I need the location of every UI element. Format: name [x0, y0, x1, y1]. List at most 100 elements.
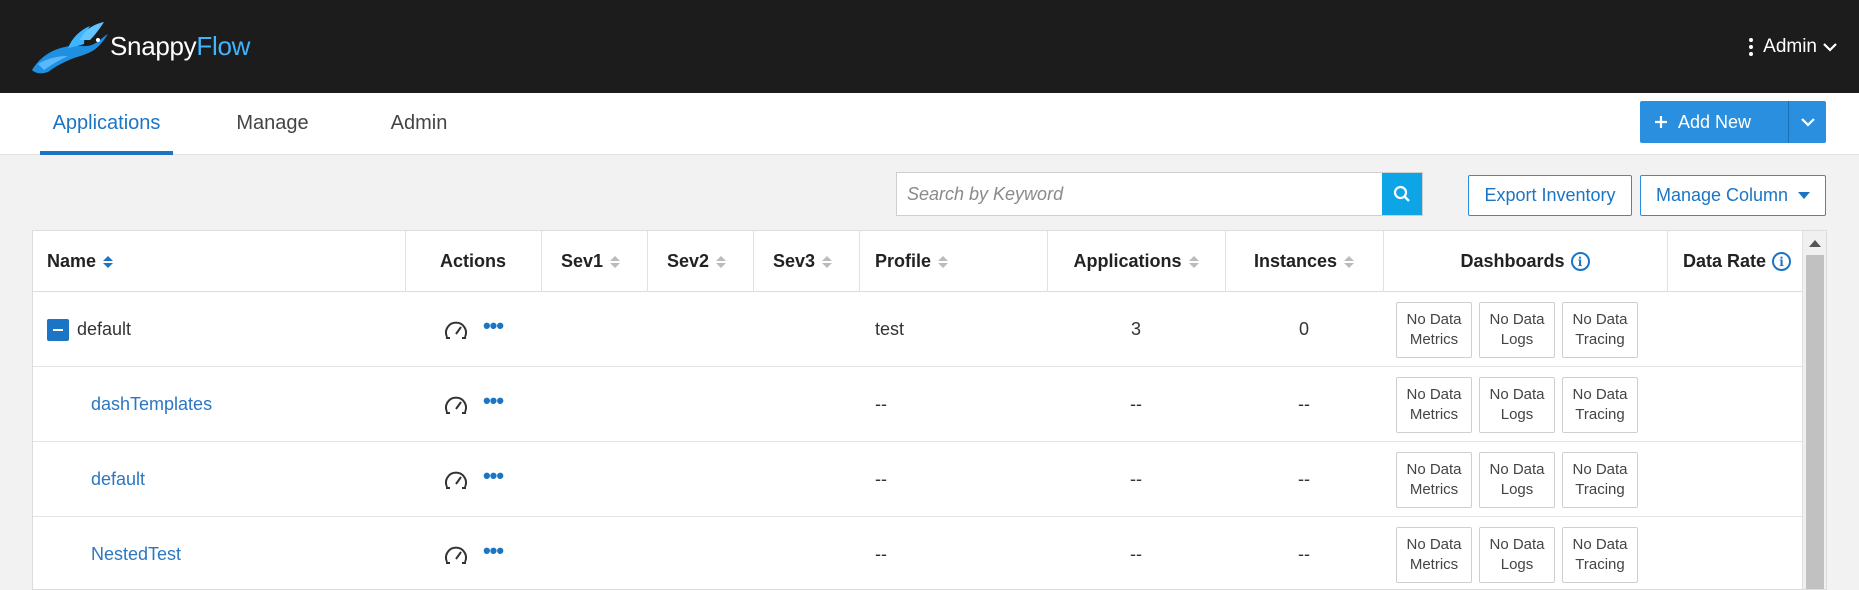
dbtn-line: Logs — [1500, 480, 1534, 498]
dbtn-line: Tracing — [1575, 555, 1625, 573]
column-header-sev2[interactable]: Sev2 — [667, 231, 727, 292]
applications-cell: 3 — [1130, 319, 1141, 339]
column-header-instances[interactable]: Instances — [1225, 231, 1383, 292]
snappyflow-logo[interactable]: SnappyFlow — [28, 20, 250, 76]
tracing-dashboard-button[interactable]: No Data Tracing — [1562, 301, 1638, 358]
scroll-up-arrow-icon[interactable] — [1809, 240, 1821, 247]
search-icon — [1393, 185, 1410, 202]
manage-column-button[interactable]: Manage Column — [1640, 175, 1826, 216]
dbtn-line: Metrics — [1409, 480, 1459, 498]
logo-text-snappy: Snappy — [110, 30, 197, 61]
name-cell: default — [47, 292, 131, 367]
export-inventory-button[interactable]: Export Inventory — [1468, 175, 1632, 216]
dbtn-line: No Data — [1489, 535, 1545, 553]
sort-icon — [938, 255, 949, 268]
column-header-sev3[interactable]: Sev3 — [773, 231, 833, 292]
info-icon[interactable]: i — [1570, 252, 1590, 271]
metrics-dashboard-button[interactable]: No Data Metrics — [1396, 451, 1472, 508]
profile-cell: test — [875, 319, 905, 339]
column-header-sev1[interactable]: Sev1 — [561, 231, 621, 292]
applications-cell: -- — [1130, 469, 1142, 489]
vertical-scrollbar[interactable] — [1802, 231, 1826, 589]
search-box — [896, 172, 1423, 216]
dbtn-line: Logs — [1500, 330, 1534, 348]
table-row: default ••• test 3 0 No Data Metrics No D… — [33, 292, 1803, 367]
add-new-label: Add New — [1678, 111, 1752, 132]
plus-icon — [1655, 116, 1667, 128]
column-header-profile[interactable]: Profile — [875, 231, 949, 292]
profile-cell: -- — [875, 394, 887, 414]
column-label: Profile — [875, 251, 932, 271]
tab-admin[interactable]: Admin — [388, 93, 450, 155]
column-label: Dashboards — [1460, 251, 1565, 271]
chevron-down-icon — [1800, 118, 1815, 127]
search-input[interactable] — [897, 174, 1382, 214]
column-header-applications[interactable]: Applications — [1047, 231, 1225, 292]
instances-cell: -- — [1298, 469, 1310, 489]
kebab-icon — [1749, 38, 1754, 56]
search-button[interactable] — [1382, 173, 1422, 215]
sort-icon — [103, 255, 114, 268]
more-options-icon[interactable]: ••• — [483, 314, 504, 336]
row-name-link[interactable]: dashTemplates — [91, 394, 212, 415]
actions-cell: ••• — [405, 292, 541, 367]
row-name: default — [77, 319, 132, 339]
more-options-icon[interactable]: ••• — [483, 389, 504, 411]
logs-dashboard-button[interactable]: No Data Logs — [1479, 451, 1555, 508]
caret-down-icon — [1798, 191, 1811, 199]
tracing-dashboard-button[interactable]: No Data Tracing — [1562, 376, 1638, 433]
rabbit-logo-icon — [32, 22, 108, 74]
row-name-link[interactable]: NestedTest — [91, 544, 181, 565]
more-options-icon[interactable]: ••• — [483, 464, 504, 486]
gauge-icon[interactable] — [443, 319, 469, 341]
column-header-name[interactable]: Name — [47, 231, 114, 292]
name-cell: dashTemplates — [91, 367, 212, 442]
name-cell: default — [91, 442, 145, 517]
nav-bar: Applications Manage Admin Add New — [0, 93, 1859, 155]
metrics-dashboard-button[interactable]: No Data Metrics — [1396, 301, 1472, 358]
dbtn-line: No Data — [1489, 385, 1545, 403]
actions-cell: ••• — [405, 517, 541, 589]
sort-icon — [716, 255, 727, 268]
column-label: Instances — [1253, 251, 1338, 271]
profile-cell: -- — [875, 469, 887, 489]
instances-cell: 0 — [1298, 319, 1309, 339]
tab-manage[interactable]: Manage — [234, 93, 311, 155]
gauge-icon[interactable] — [443, 544, 469, 566]
manage-column-label: Manage Column — [1655, 185, 1789, 205]
table-row: NestedTest ••• -- -- -- No Data Metrics N… — [33, 517, 1803, 589]
column-label: Name — [47, 251, 97, 271]
dashboards-cell: No Data Metrics No Data Logs No Data Tracin… — [1396, 292, 1638, 367]
gauge-icon[interactable] — [443, 469, 469, 491]
table-header: Name Actions Sev1 Sev2 Sev3 Profile Appl… — [33, 231, 1803, 292]
metrics-dashboard-button[interactable]: No Data Metrics — [1396, 526, 1472, 583]
dbtn-line: No Data — [1572, 460, 1628, 478]
add-new-button[interactable]: Add New — [1640, 101, 1788, 143]
info-icon[interactable]: i — [1772, 252, 1792, 271]
metrics-dashboard-button[interactable]: No Data Metrics — [1396, 376, 1472, 433]
dbtn-line: No Data — [1572, 310, 1628, 328]
dbtn-line: Logs — [1500, 405, 1534, 423]
logs-dashboard-button[interactable]: No Data Logs — [1479, 376, 1555, 433]
more-options-icon[interactable]: ••• — [483, 539, 504, 561]
add-new-dropdown-button[interactable] — [1788, 101, 1826, 143]
scrollbar-thumb[interactable] — [1806, 255, 1824, 589]
logs-dashboard-button[interactable]: No Data Logs — [1479, 301, 1555, 358]
tracing-dashboard-button[interactable]: No Data Tracing — [1562, 451, 1638, 508]
row-name-link[interactable]: default — [91, 469, 145, 490]
column-header-data-rate: Data Rate i — [1683, 231, 1792, 292]
dbtn-line: No Data — [1406, 535, 1462, 553]
tab-applications[interactable]: Applications — [40, 93, 173, 155]
tracing-dashboard-button[interactable]: No Data Tracing — [1562, 526, 1638, 583]
logs-dashboard-button[interactable]: No Data Logs — [1479, 526, 1555, 583]
collapse-toggle[interactable] — [47, 318, 69, 341]
user-menu[interactable]: Admin — [1749, 36, 1837, 58]
gauge-icon[interactable] — [443, 394, 469, 416]
logo-text-flow: Flow — [196, 30, 251, 61]
column-label: Sev1 — [561, 251, 604, 271]
column-header-dashboards: Dashboards i — [1383, 231, 1667, 292]
dbtn-line: No Data — [1406, 310, 1462, 328]
export-inventory-label: Export Inventory — [1484, 185, 1616, 205]
sort-icon — [610, 255, 621, 268]
sort-icon — [1344, 255, 1355, 268]
